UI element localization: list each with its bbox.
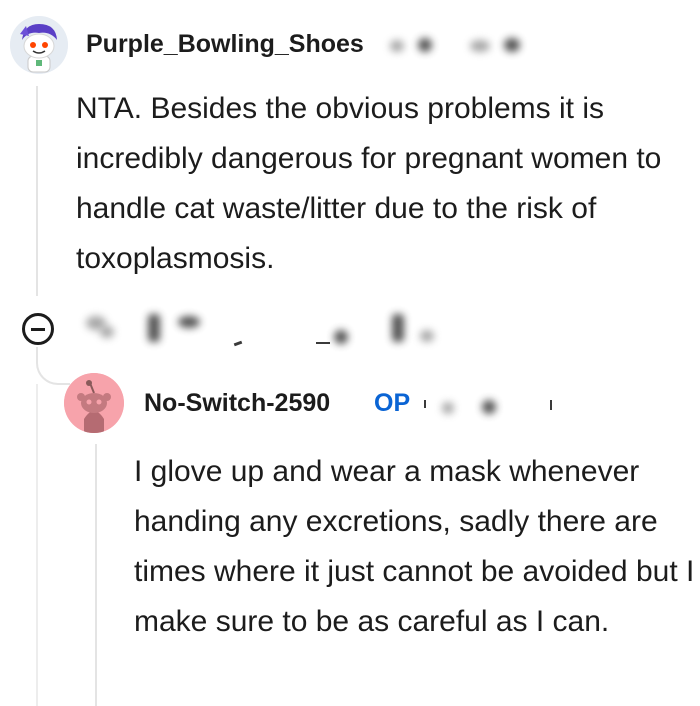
reply-thread-line[interactable] — [95, 444, 97, 706]
redacted-action — [148, 314, 160, 342]
reply-connector-line — [36, 347, 70, 385]
redacted-action — [233, 340, 243, 347]
redacted-metadata — [390, 40, 404, 52]
redacted-action — [420, 330, 434, 342]
comment-author[interactable]: Purple_Bowling_Shoes — [86, 30, 364, 59]
comment-body: I glove up and wear a mask whenever hand… — [134, 455, 695, 638]
redacted-action — [100, 326, 114, 338]
redacted-metadata — [418, 38, 432, 52]
redacted-metadata — [470, 40, 490, 52]
thread-line[interactable] — [36, 384, 38, 706]
redacted-action — [334, 330, 348, 344]
snoo-purple-hair-avatar-icon — [10, 16, 68, 74]
redacted-metadata — [442, 402, 454, 414]
redacted-action — [316, 342, 330, 344]
redacted-metadata — [424, 400, 426, 408]
comment-author[interactable]: No-Switch-2590 — [144, 389, 330, 418]
thread-line[interactable] — [36, 86, 38, 296]
op-badge: OP — [374, 389, 411, 417]
redacted-metadata — [550, 400, 552, 410]
snoo-default-avatar-icon — [64, 373, 124, 433]
redacted-action — [178, 316, 200, 328]
avatar[interactable] — [64, 373, 124, 433]
comment-body: NTA. Besides the obvious problems it is … — [76, 92, 662, 275]
avatar[interactable] — [10, 16, 68, 74]
redacted-metadata — [482, 400, 496, 414]
redacted-action — [392, 314, 404, 342]
collapse-button[interactable] — [22, 313, 54, 345]
redacted-metadata — [504, 38, 520, 52]
comment-thread: Purple_Bowling_Shoes NTA. Besides the ob… — [0, 0, 700, 706]
collapse-minus-icon — [31, 327, 45, 331]
